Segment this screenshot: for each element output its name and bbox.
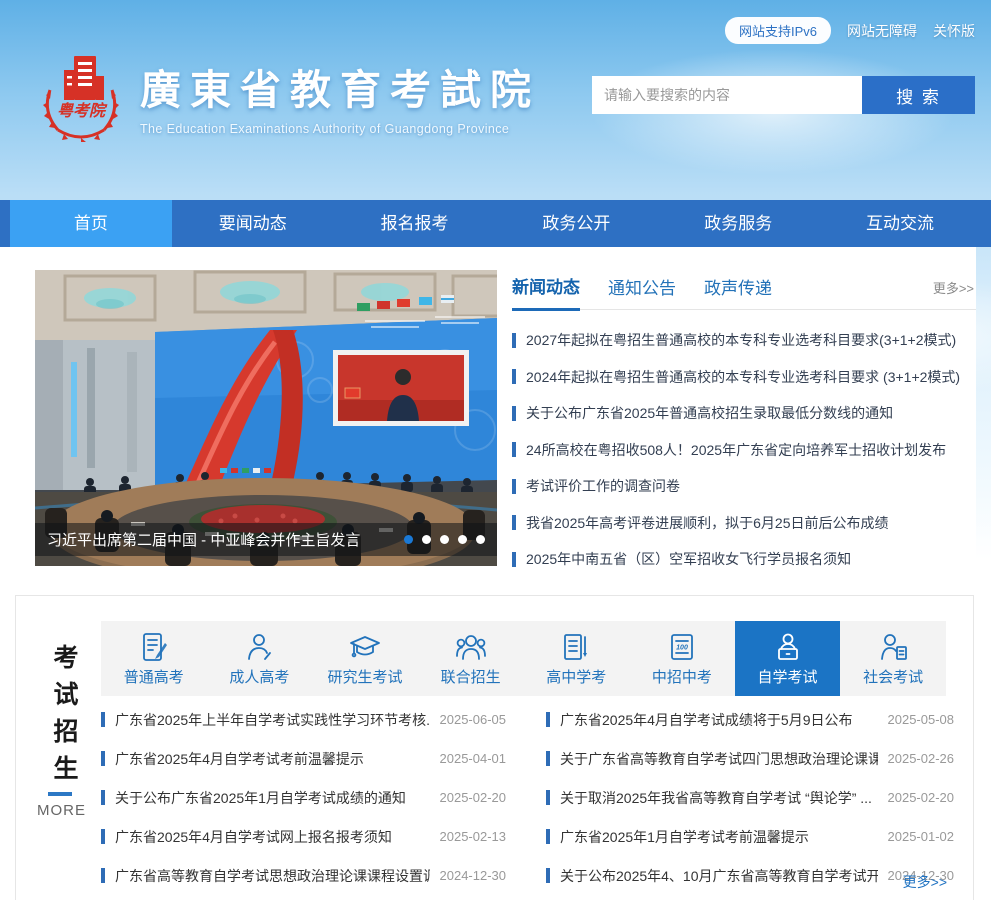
search-button[interactable]: 搜 索: [862, 76, 975, 114]
item-bullet-bar: [512, 552, 516, 567]
person-laptop-icon: [772, 631, 804, 663]
search-bar: 搜 索: [592, 76, 975, 114]
category-adult-gaokao[interactable]: 成人高考: [207, 621, 313, 696]
site-title-english: The Education Examinations Authority of …: [140, 122, 540, 136]
item-bullet-bar: [512, 515, 516, 530]
item-bullet-bar: [512, 369, 516, 384]
exam-news-item[interactable]: 广东省高等教育自学考试思想政治理论课课程设置调...2024-12-30: [101, 856, 506, 895]
carousel-dot-5[interactable]: [476, 535, 485, 544]
tab-news-updates[interactable]: 新闻动态: [512, 273, 580, 311]
section-title-underline: [48, 792, 72, 796]
category-joint-admission[interactable]: 联合招生: [418, 621, 524, 696]
category-highschool-exam[interactable]: 高中学考: [524, 621, 630, 696]
category-social-exam[interactable]: 社会考试: [840, 621, 946, 696]
news-tabs: 新闻动态 通知公告 政声传递 更多>>: [512, 268, 976, 310]
section-title-vertical: 考试招生: [46, 644, 82, 792]
category-postgraduate-exam[interactable]: 研究生考试: [312, 621, 418, 696]
exam-admissions-section: 考试招生 MORE 普通高考 成人高考 研究生考试: [15, 595, 974, 900]
nav-item-news[interactable]: 要闻动态: [172, 200, 334, 247]
top-utility-bar: 网站支持IPv6 网站无障碍 关怀版: [725, 17, 975, 44]
ipv6-badge[interactable]: 网站支持IPv6: [725, 17, 831, 44]
section-more-button[interactable]: MORE: [37, 802, 86, 819]
exam-news-item[interactable]: 关于广东省高等教育自学考试四门思想政治理论课课...2025-02-26: [546, 739, 954, 778]
exam-news-item[interactable]: 广东省2025年4月自学考试网上报名报考须知2025-02-13: [101, 817, 506, 856]
exam-news-column-right: 广东省2025年4月自学考试成绩将于5月9日公布2025-05-08 关于广东省…: [546, 700, 954, 895]
news-more-link[interactable]: 更多>>: [933, 278, 974, 309]
news-list-item[interactable]: 我省2025年高考评卷进展顺利，拟于6月25日前后公布成绩: [512, 505, 976, 542]
news-list-item[interactable]: 24所高校在粤招收508人！2025年广东省定向培养军士招收计划发布: [512, 432, 976, 469]
accessibility-link[interactable]: 网站无障碍: [847, 21, 917, 41]
carousel-caption[interactable]: 习近平出席第二届中国 - 中亚峰会并作主旨发言: [47, 529, 396, 550]
news-list-item[interactable]: 考试评价工作的调查问卷: [512, 468, 976, 505]
category-general-gaokao[interactable]: 普通高考: [101, 621, 207, 696]
news-list-item[interactable]: 2027年起拟在粤招生普通高校的本专科专业选考科目要求(3+1+2模式): [512, 322, 976, 359]
carousel-photo-summit: [35, 270, 497, 566]
news-panel: 新闻动态 通知公告 政声传递 更多>> 2027年起拟在粤招生普通高校的本专科专…: [512, 268, 976, 578]
carousel-dot-4[interactable]: [458, 535, 467, 544]
search-input[interactable]: [592, 76, 862, 114]
exam-news-item[interactable]: 关于公布2025年4、10月广东省高等教育自学考试开...2024-12-30: [546, 856, 954, 895]
category-zhongkao[interactable]: 100 中招中考: [629, 621, 735, 696]
exam-news-item[interactable]: 广东省2025年4月自学考试成绩将于5月9日公布2025-05-08: [546, 700, 954, 739]
exam-news-item[interactable]: 广东省2025年上半年自学考试实践性学习环节考核...2025-06-05: [101, 700, 506, 739]
news-carousel[interactable]: 习近平出席第二届中国 - 中亚峰会并作主旨发言: [35, 270, 497, 566]
nav-item-registration[interactable]: 报名报考: [334, 200, 496, 247]
graduation-cap-icon: [349, 631, 381, 663]
item-bullet-bar: [546, 751, 550, 766]
item-bullet-bar: [546, 712, 550, 727]
item-bullet-bar: [512, 442, 516, 457]
adult-person-icon: [243, 631, 275, 663]
news-list-item[interactable]: 2024年起拟在粤招生普通高校的本专科专业选考科目要求 (3+1+2模式): [512, 359, 976, 396]
exam-news-item[interactable]: 广东省2025年1月自学考试考前温馨提示2025-01-02: [546, 817, 954, 856]
item-bullet-bar: [101, 829, 105, 844]
person-certificate-icon: [877, 631, 909, 663]
site-title: 廣東省教育考試院: [140, 56, 540, 116]
carousel-dot-2[interactable]: [422, 535, 431, 544]
svg-text:粤考院: 粤考院: [57, 102, 108, 120]
exam-news-column-left: 广东省2025年上半年自学考试实践性学习环节考核...2025-06-05 广东…: [101, 700, 506, 895]
site-brand: 粤考院 廣東省教育考試院 The Education Examinations …: [36, 50, 540, 142]
tab-notices[interactable]: 通知公告: [608, 274, 676, 309]
category-self-study-exam[interactable]: 自学考试: [735, 621, 841, 696]
item-bullet-bar: [512, 406, 516, 421]
main-navigation: 首页 要闻动态 报名报考 政务公开 政务服务 互动交流: [0, 200, 991, 247]
document-pen-icon: [560, 631, 592, 663]
news-list-item[interactable]: 关于公布广东省2025年普通高校招生录取最低分数线的通知: [512, 395, 976, 432]
item-bullet-bar: [101, 790, 105, 805]
news-list-item[interactable]: 2025年中南五省（区）空军招收女飞行学员报名须知: [512, 541, 976, 578]
page: 网站支持IPv6 网站无障碍 关怀版 粤考: [0, 0, 991, 900]
item-bullet-bar: [101, 712, 105, 727]
item-bullet-bar: [512, 479, 516, 494]
carousel-dots: [404, 535, 485, 544]
svg-text:100: 100: [676, 644, 688, 651]
exam-news-item[interactable]: 关于公布广东省2025年1月自学考试成绩的通知2025-02-20: [101, 778, 506, 817]
carousel-caption-bar: 习近平出席第二届中国 - 中亚峰会并作主旨发言: [35, 523, 497, 556]
carousel-dot-1[interactable]: [404, 535, 413, 544]
care-mode-link[interactable]: 关怀版: [933, 21, 975, 41]
item-bullet-bar: [101, 868, 105, 883]
score-100-icon: 100: [666, 631, 698, 663]
exam-news-item[interactable]: 广东省2025年4月自学考试考前温馨提示2025-04-01: [101, 739, 506, 778]
nav-item-home[interactable]: 首页: [10, 200, 172, 247]
news-list: 2027年起拟在粤招生普通高校的本专科专业选考科目要求(3+1+2模式) 202…: [512, 322, 976, 578]
tab-gov-voice[interactable]: 政声传递: [704, 274, 772, 309]
carousel-dot-3[interactable]: [440, 535, 449, 544]
site-logo-icon: 粤考院: [36, 50, 126, 142]
nav-item-interaction[interactable]: 互动交流: [819, 200, 981, 247]
item-bullet-bar: [101, 751, 105, 766]
nav-item-gov-services[interactable]: 政务服务: [657, 200, 819, 247]
exam-news-item[interactable]: 关于取消2025年我省高等教育自学考试 “舆论学” ...2025-02-20: [546, 778, 954, 817]
item-bullet-bar: [512, 333, 516, 348]
people-group-icon: [455, 631, 487, 663]
exam-section-more-link[interactable]: 更多>>: [903, 872, 947, 892]
exam-category-strip: 普通高考 成人高考 研究生考试 联合招生: [101, 621, 946, 696]
exam-paper-pencil-icon: [138, 631, 170, 663]
item-bullet-bar: [546, 829, 550, 844]
item-bullet-bar: [546, 868, 550, 883]
item-bullet-bar: [546, 790, 550, 805]
nav-item-gov-disclosure[interactable]: 政务公开: [495, 200, 657, 247]
